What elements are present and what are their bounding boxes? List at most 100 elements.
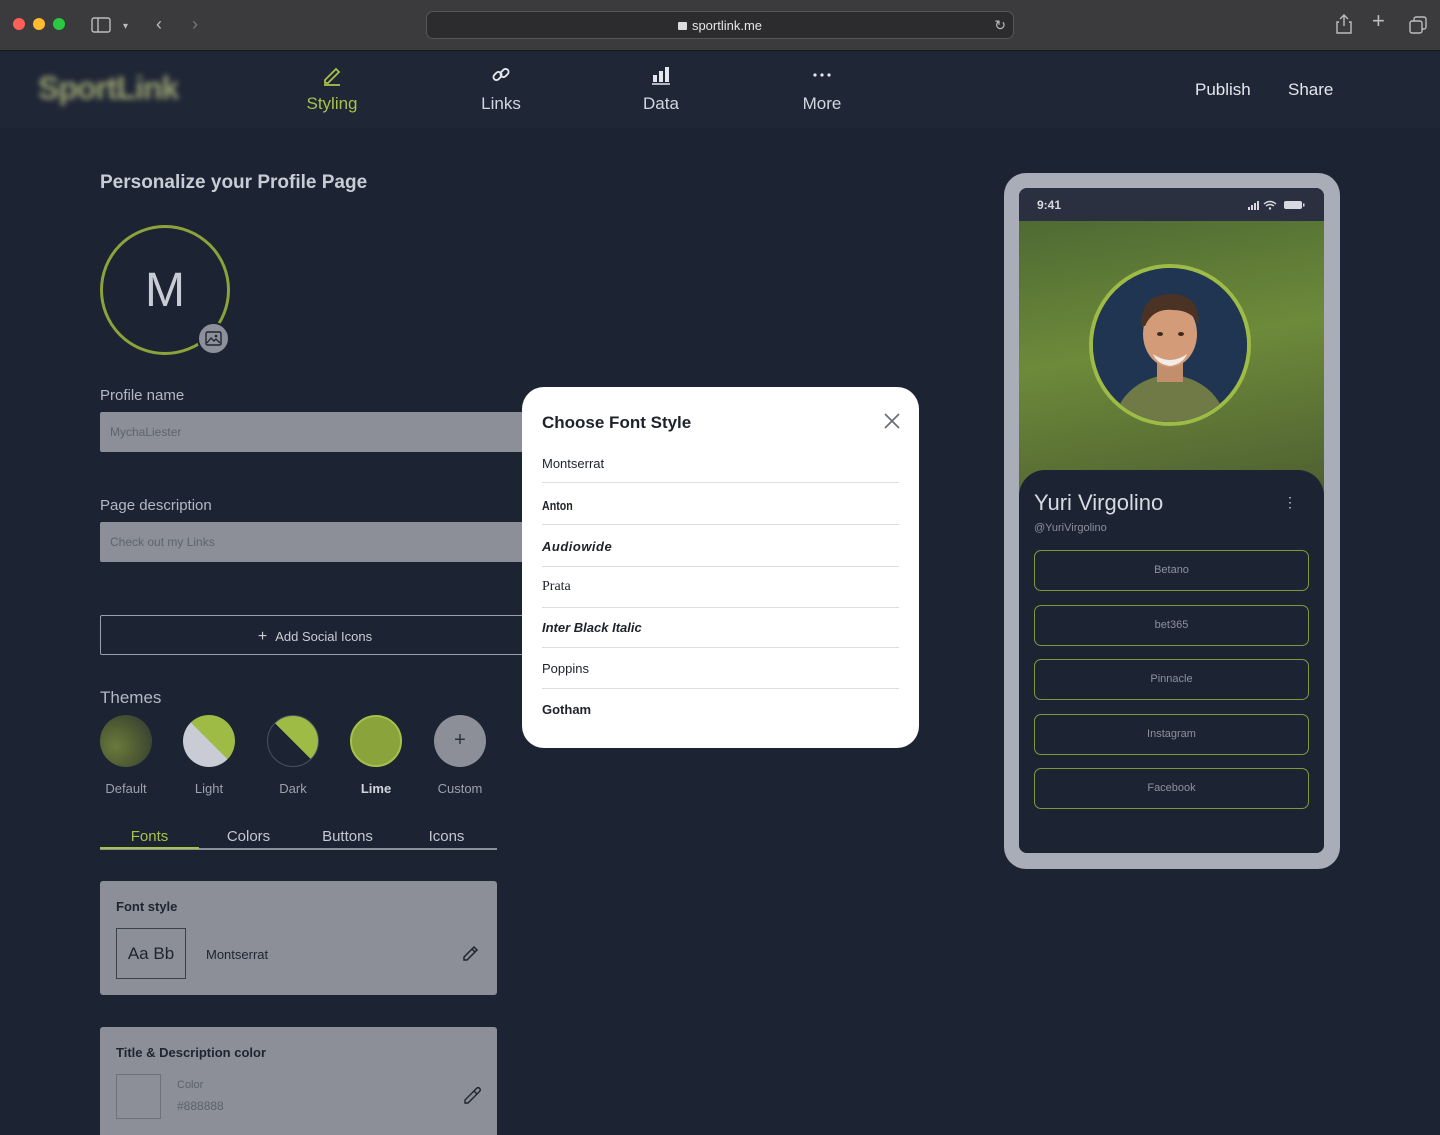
nav-tab-styling[interactable]: Styling: [282, 64, 382, 114]
add-social-label: Add Social Icons: [275, 629, 373, 644]
eyedropper-button[interactable]: [461, 1085, 483, 1112]
kebab-menu-icon[interactable]: ⋮: [1283, 494, 1297, 511]
address-bar[interactable]: sportlink.me ↻: [426, 11, 1014, 39]
share-icon[interactable]: [1336, 14, 1352, 38]
preview-link-button[interactable]: Instagram: [1034, 714, 1309, 755]
font-sample: Aa Bb: [116, 928, 186, 979]
tab-colors[interactable]: Colors: [199, 828, 298, 845]
signal-wifi-battery-icon: [1248, 200, 1306, 213]
color-value[interactable]: #888888: [177, 1099, 224, 1113]
phone-status-bar: 9:41: [1019, 188, 1324, 221]
preview-link-button[interactable]: Facebook: [1034, 768, 1309, 809]
nav-tab-label: Styling: [306, 94, 358, 113]
browser-toolbar: ▾ ‹ › sportlink.me ↻ +: [0, 0, 1440, 51]
theme-default[interactable]: Default: [99, 715, 153, 796]
forward-icon[interactable]: ›: [192, 15, 198, 33]
font-option-label: Inter Black Italic: [542, 620, 642, 635]
plus-icon: +: [257, 628, 268, 645]
nav-tab-data[interactable]: Data: [611, 64, 711, 114]
title-description-color-card: Title & Description color Color #888888: [100, 1027, 497, 1135]
theme-label: Custom: [437, 781, 483, 796]
font-option-label: Gotham: [542, 702, 592, 717]
plus-icon: +: [434, 715, 486, 767]
nav-tab-label: More: [802, 94, 842, 113]
add-social-icons-button[interactable]: + Add Social Icons: [100, 615, 530, 655]
nav-tab-links[interactable]: Links: [451, 64, 551, 114]
style-subtabs: Fonts Colors Buttons Icons: [100, 828, 497, 850]
tab-fonts[interactable]: Fonts: [100, 828, 199, 845]
theme-label: Light: [194, 781, 224, 796]
page-description-input[interactable]: Check out my Links: [100, 522, 530, 562]
profile-name-input[interactable]: MychaLiester: [100, 412, 530, 452]
font-option-prata[interactable]: Prata: [542, 567, 899, 608]
back-icon[interactable]: ‹: [156, 15, 162, 33]
theme-lime[interactable]: Lime: [349, 715, 403, 796]
theme-label: Lime: [360, 781, 392, 796]
preview-link-button[interactable]: Betano: [1034, 550, 1309, 591]
phone-screen: 9:41 Yuri Virgolino @YuriVirgolino ⋮ Bet…: [1019, 188, 1324, 853]
chevron-down-icon[interactable]: ▾: [123, 19, 128, 35]
share-button[interactable]: Share: [1288, 80, 1333, 100]
theme-custom[interactable]: + Custom: [433, 715, 487, 796]
profile-sheet: Yuri Virgolino @YuriVirgolino ⋮ Betano b…: [1019, 470, 1324, 853]
font-option-anton[interactable]: Anton: [542, 484, 899, 525]
theme-swatch: [183, 715, 235, 767]
font-style-title: Font style: [116, 899, 178, 914]
theme-swatch: [100, 715, 152, 767]
more-dots-icon: [772, 64, 872, 88]
close-window-button[interactable]: [13, 18, 25, 30]
reload-icon[interactable]: ↻: [994, 17, 1006, 34]
profile-name-value: MychaLiester: [110, 425, 182, 439]
zoom-window-button[interactable]: [53, 18, 65, 30]
edit-font-button[interactable]: [461, 943, 481, 968]
theme-dark[interactable]: Dark: [266, 715, 320, 796]
font-style-dialog: Choose Font Style Montserrat Anton Audio…: [522, 387, 919, 748]
nav-tab-more[interactable]: More: [772, 64, 872, 114]
minimize-window-button[interactable]: [33, 18, 45, 30]
font-option-inter-black-italic[interactable]: Inter Black Italic: [542, 607, 899, 648]
sidebar-toggle-icon[interactable]: [91, 17, 111, 37]
themes-heading: Themes: [100, 688, 162, 707]
theme-swatch: [267, 715, 319, 767]
color-label: Color: [177, 1079, 204, 1091]
font-option-poppins[interactable]: Poppins: [542, 648, 899, 689]
avatar-initial: M: [145, 264, 185, 317]
color-card-title: Title & Description color: [116, 1045, 267, 1060]
nav-tab-label: Links: [481, 94, 521, 113]
profile-photo: [1089, 264, 1251, 426]
preview-link-button[interactable]: Pinnacle: [1034, 659, 1309, 700]
font-option-label: Audiowide: [542, 539, 613, 554]
tab-icons[interactable]: Icons: [397, 828, 496, 845]
lock-icon: [677, 22, 687, 30]
pencil-icon: [282, 64, 382, 88]
profile-name-label: Profile name: [100, 387, 185, 404]
change-avatar-button[interactable]: [197, 322, 230, 355]
dialog-title: Choose Font Style: [542, 413, 692, 432]
bar-chart-icon: [611, 64, 711, 88]
color-swatch[interactable]: [116, 1074, 161, 1119]
close-icon[interactable]: [884, 413, 900, 430]
publish-button[interactable]: Publish: [1195, 80, 1251, 100]
page-description-label: Page description: [100, 497, 212, 514]
eyedropper-icon: [464, 1086, 482, 1104]
new-tab-icon[interactable]: +: [1372, 10, 1385, 32]
theme-light[interactable]: Light: [182, 715, 236, 796]
image-icon: [205, 331, 222, 346]
phone-preview: 9:41 Yuri Virgolino @YuriVirgolino ⋮ Bet…: [1004, 173, 1340, 869]
pencil-icon: [463, 945, 479, 961]
link-icon: [451, 64, 551, 88]
preview-link-button[interactable]: bet365: [1034, 605, 1309, 646]
tab-buttons[interactable]: Buttons: [298, 828, 397, 845]
font-option-label: Prata: [542, 579, 571, 594]
font-option-label: Montserrat: [542, 456, 605, 471]
font-style-card: Font style Aa Bb Montserrat: [100, 881, 497, 995]
app-logo[interactable]: SportLink: [38, 70, 179, 107]
font-option-montserrat[interactable]: Montserrat: [542, 442, 899, 483]
nav-tab-label: Data: [643, 94, 679, 113]
font-option-audiowide[interactable]: Audiowide: [542, 526, 899, 567]
font-option-label: Anton: [542, 498, 573, 513]
preview-handle: @YuriVirgolino: [1034, 522, 1107, 534]
font-option-gotham[interactable]: Gotham: [542, 689, 899, 730]
tabs-overview-icon[interactable]: [1409, 16, 1427, 38]
url-text: sportlink.me: [691, 18, 763, 33]
